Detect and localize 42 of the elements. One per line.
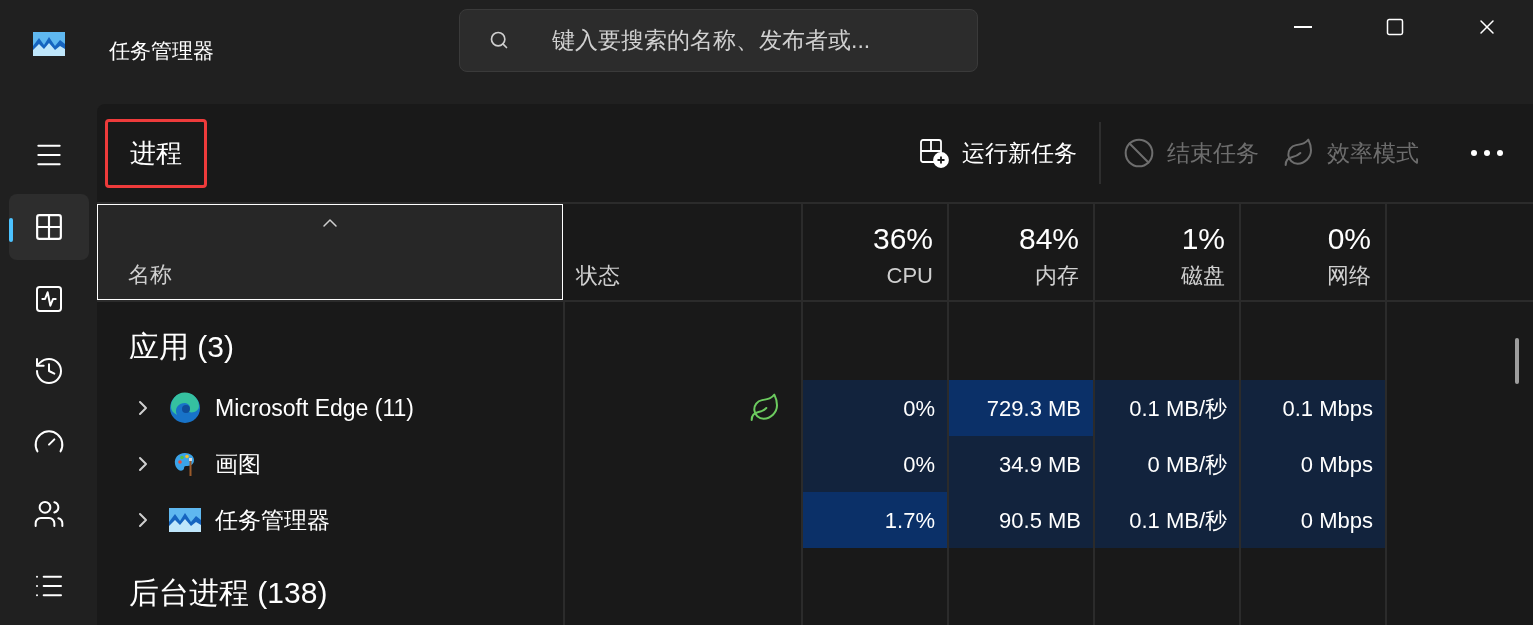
table-cell: 0% <box>803 436 949 492</box>
column-header[interactable]: 名称 <box>97 204 563 300</box>
process-name: Microsoft Edge (11) <box>215 393 414 423</box>
more-icon <box>1471 150 1503 156</box>
leaf-icon <box>749 392 781 424</box>
table-cell: 0 MB/秒 <box>1095 436 1241 492</box>
nav-item[interactable] <box>8 193 89 260</box>
app-logo-icon <box>169 508 201 532</box>
window-title: 任务管理器 <box>109 38 215 65</box>
table-cell: 1.7% <box>803 492 949 548</box>
process-name: 任务管理器 <box>215 505 330 535</box>
edge-icon <box>169 392 201 424</box>
table-cell: 0.1 MB/秒 <box>1095 492 1241 548</box>
search-field[interactable]: 键入要搜索的名称、发布者或... <box>459 8 978 72</box>
toolbar-button[interactable]: 运行新任务 <box>906 123 1089 183</box>
column-header[interactable]: 0% 网络 <box>1241 204 1387 300</box>
prohibited-icon <box>1123 137 1155 169</box>
column-header[interactable]: 1% 磁盘 <box>1095 204 1241 300</box>
minimize-icon <box>1294 26 1312 28</box>
processes-icon <box>34 212 63 241</box>
table-cell: 0.1 Mbps <box>1241 380 1387 436</box>
table-cell: 90.5 MB <box>949 492 1095 548</box>
table-cell: 0% <box>803 380 949 436</box>
group-title: 应用 (3) <box>129 328 234 365</box>
table-cell: 0 Mbps <box>1241 492 1387 548</box>
palette-icon <box>173 450 197 478</box>
table-cell: 34.9 MB <box>949 436 1095 492</box>
column-header[interactable]: 84% 内存 <box>949 204 1095 300</box>
search-icon <box>489 29 509 50</box>
column-header[interactable]: 状态 <box>563 204 803 300</box>
table-cell: 0 Mbps <box>1241 436 1387 492</box>
column-header[interactable]: 36% CPU <box>803 204 949 300</box>
scrollbar-thumb[interactable] <box>1515 338 1519 384</box>
table-cell: 0.1 MB/秒 <box>1095 380 1241 436</box>
process-name: 画图 <box>215 449 261 479</box>
leaf-icon <box>1283 137 1315 169</box>
maximize-icon <box>1385 17 1405 37</box>
group-title: 后台进程 (138) <box>129 574 328 611</box>
table-cell: 729.3 MB <box>949 380 1095 436</box>
app-logo-icon <box>32 32 65 56</box>
new-task-icon <box>918 137 950 169</box>
page-title: 进程 <box>105 118 207 188</box>
